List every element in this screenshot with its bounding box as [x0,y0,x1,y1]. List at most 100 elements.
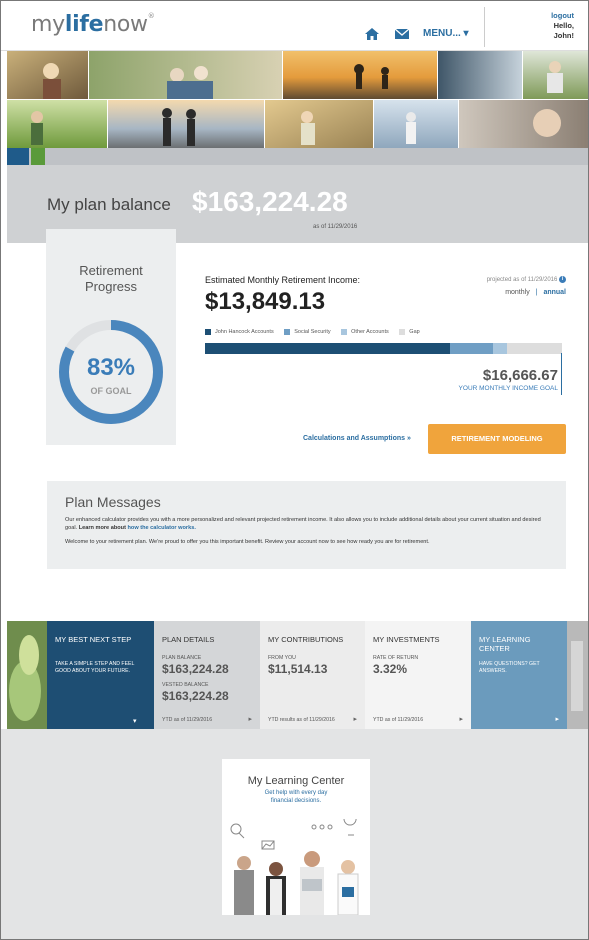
tile-my-learning-center[interactable]: MY LEARNING CENTER HAVE QUESTIONS? GET A… [471,621,567,729]
chevron-right-icon[interactable]: ▸ [459,715,463,723]
progress-of-goal: OF GOAL [90,386,132,396]
legend-label: Social Security [294,329,331,336]
tile-contributions-title: MY CONTRIBUTIONS [268,635,344,644]
header-divider [484,7,485,47]
period-separator: | [535,289,538,296]
plan-balance-as-of: as of 11/29/2016 [313,224,358,230]
from-you-label: FROM YOU [268,655,296,661]
learning-center-subtitle[interactable]: Get help with every day financial decisi… [222,789,370,805]
legend-label: John Hancock Accounts [215,329,274,336]
contributions-ytd: YTD results as of 11/29/2016 [268,717,335,723]
greeting: Hello, [553,21,574,30]
message-2: Welcome to your retirement plan. We're p… [65,539,430,545]
monthly-goal-label: YOUR MONTHLY INCOME GOAL [458,385,558,392]
tile-my-investments[interactable]: MY INVESTMENTS RATE OF RETURN 3.32% YTD … [365,621,471,729]
estimated-income-value: $13,849.13 [205,288,326,315]
income-legend: John Hancock Accounts Social Security Ot… [205,329,429,335]
calculations-assumptions-link[interactable]: Calculations and Assumptions » [303,435,411,442]
rate-of-return-label: RATE OF RETURN [373,655,419,661]
strip-block-blue [7,148,29,165]
tile-learning-title: MY LEARNING CENTER [479,635,531,653]
home-icon[interactable] [365,28,379,40]
photo-banner [7,51,588,148]
rate-of-return-value: 3.32% [373,662,408,676]
strip-block-green [31,148,45,165]
tile-best-next-body: TAKE A SIMPLE STEP AND FEEL GOOD ABOUT Y… [55,661,135,674]
retirement-modeling-button[interactable]: RETIREMENT MODELING [428,424,566,454]
period-toggle: monthly | annual [505,289,566,296]
edge-photo [567,621,588,729]
plan-messages-panel: Plan Messages Our enhanced calculator pr… [47,481,566,569]
info-icon[interactable]: i [559,276,566,283]
message-1: Our enhanced calculator provides you wit… [65,516,553,532]
plan-details-ytd: YTD as of 11/29/2016 [162,717,213,723]
menu-dropdown[interactable]: MENU... ▾ [423,28,469,39]
legend-gap: Gap [399,329,420,336]
legend-swatch [399,329,406,335]
learning-sub-line1: Get help with every day [264,790,328,796]
tile-my-contributions[interactable]: MY CONTRIBUTIONS FROM YOU $11,514.13 YTD… [260,621,365,729]
legend-swatch [341,329,348,335]
learning-center-illustration [230,819,359,915]
top-header: mylifenow® MENU... ▾ logout Hello, John! [1,1,588,51]
monthly-goal-value: $16,666.67 [482,367,558,384]
tile-plan-details[interactable]: PLAN DETAILS PLAN BALANCE $163,224.28 VE… [154,621,260,729]
plan-messages-body: Our enhanced calculator provides you wit… [65,516,553,552]
retirement-progress-title: Retirement Progress [46,263,176,295]
plan-balance-tile-label: PLAN BALANCE [162,655,202,661]
expand-arrow-icon[interactable]: ▾ [133,717,137,725]
lightbulb-icon [343,819,357,826]
bar-segment-john-hancock [205,343,450,354]
message-1-learn-more: Learn more about [78,525,128,531]
mail-icon[interactable] [395,29,409,39]
tile-plan-details-title: PLAN DETAILS [162,635,215,644]
goal-marker-line [561,353,562,395]
from-you-value: $11,514.13 [268,662,328,676]
period-annual[interactable]: annual [543,289,566,296]
learning-sub-line2: financial decisions. [270,798,322,804]
projected-as-of: projected as of 11/29/2016 i [487,276,566,283]
magnifier-icon [230,823,242,835]
color-strip [7,148,588,165]
legend-other-accounts: Other Accounts [341,329,389,335]
plan-balance-value: $163,224.28 [192,186,348,217]
learning-center-card[interactable]: My Learning Center Get help with every d… [222,759,370,915]
tile-best-next-title: MY BEST NEXT STEP [55,635,132,644]
account-area: logout Hello, John! [551,11,574,41]
vested-balance-value: $163,224.28 [162,689,229,703]
income-bar [205,343,562,354]
learning-center-title: My Learning Center [247,775,345,787]
period-monthly[interactable]: monthly [505,289,530,296]
legend-label: Other Accounts [351,329,389,336]
plan-balance-tile-value: $163,224.28 [162,662,229,676]
legend-john-hancock: John Hancock Accounts [205,329,274,335]
progress-title-line1: Retirement [79,263,143,278]
estimated-income-label: Estimated Monthly Retirement Income: [205,275,361,285]
tile-best-next-step[interactable]: MY BEST NEXT STEP TAKE A SIMPLE STEP AND… [47,621,154,729]
user-name: John! [553,31,574,40]
progress-title-line2: Progress [84,279,138,294]
bar-segment-other-accounts [493,343,507,354]
plan-messages-title: Plan Messages [65,494,161,510]
legend-label: Gap [409,329,420,336]
chevron-right-icon[interactable]: ▸ [353,715,357,723]
summary-tiles: MY BEST NEXT STEP TAKE A SIMPLE STEP AND… [7,621,588,729]
retirement-progress-card: Retirement Progress 83% OF GOAL [46,229,176,445]
vested-balance-label: VESTED BALANCE [162,682,209,688]
chevron-right-icon[interactable]: ▸ [248,715,252,723]
progress-percent: 83% [86,354,136,381]
projected-date-text: projected as of 11/29/2016 [486,277,558,284]
logout-link[interactable]: logout [551,11,574,21]
leaf-photo [7,621,47,729]
plan-balance-label: My plan balance [47,195,171,214]
chevron-right-icon[interactable]: ▸ [555,715,559,723]
legend-social-security: Social Security [284,329,331,336]
tile-learning-body: HAVE QUESTIONS? GET ANSWERS. [479,661,540,674]
legend-swatch [205,329,211,335]
tile-investments-title: MY INVESTMENTS [373,635,440,644]
calculator-works-link[interactable]: how the calculator works. [128,525,196,531]
mylifenow-logo[interactable]: mylifenow® [31,12,155,37]
bar-segment-social-security [450,343,493,354]
legend-swatch [284,329,291,335]
investments-ytd: YTD as of 11/29/2016 [373,717,424,723]
